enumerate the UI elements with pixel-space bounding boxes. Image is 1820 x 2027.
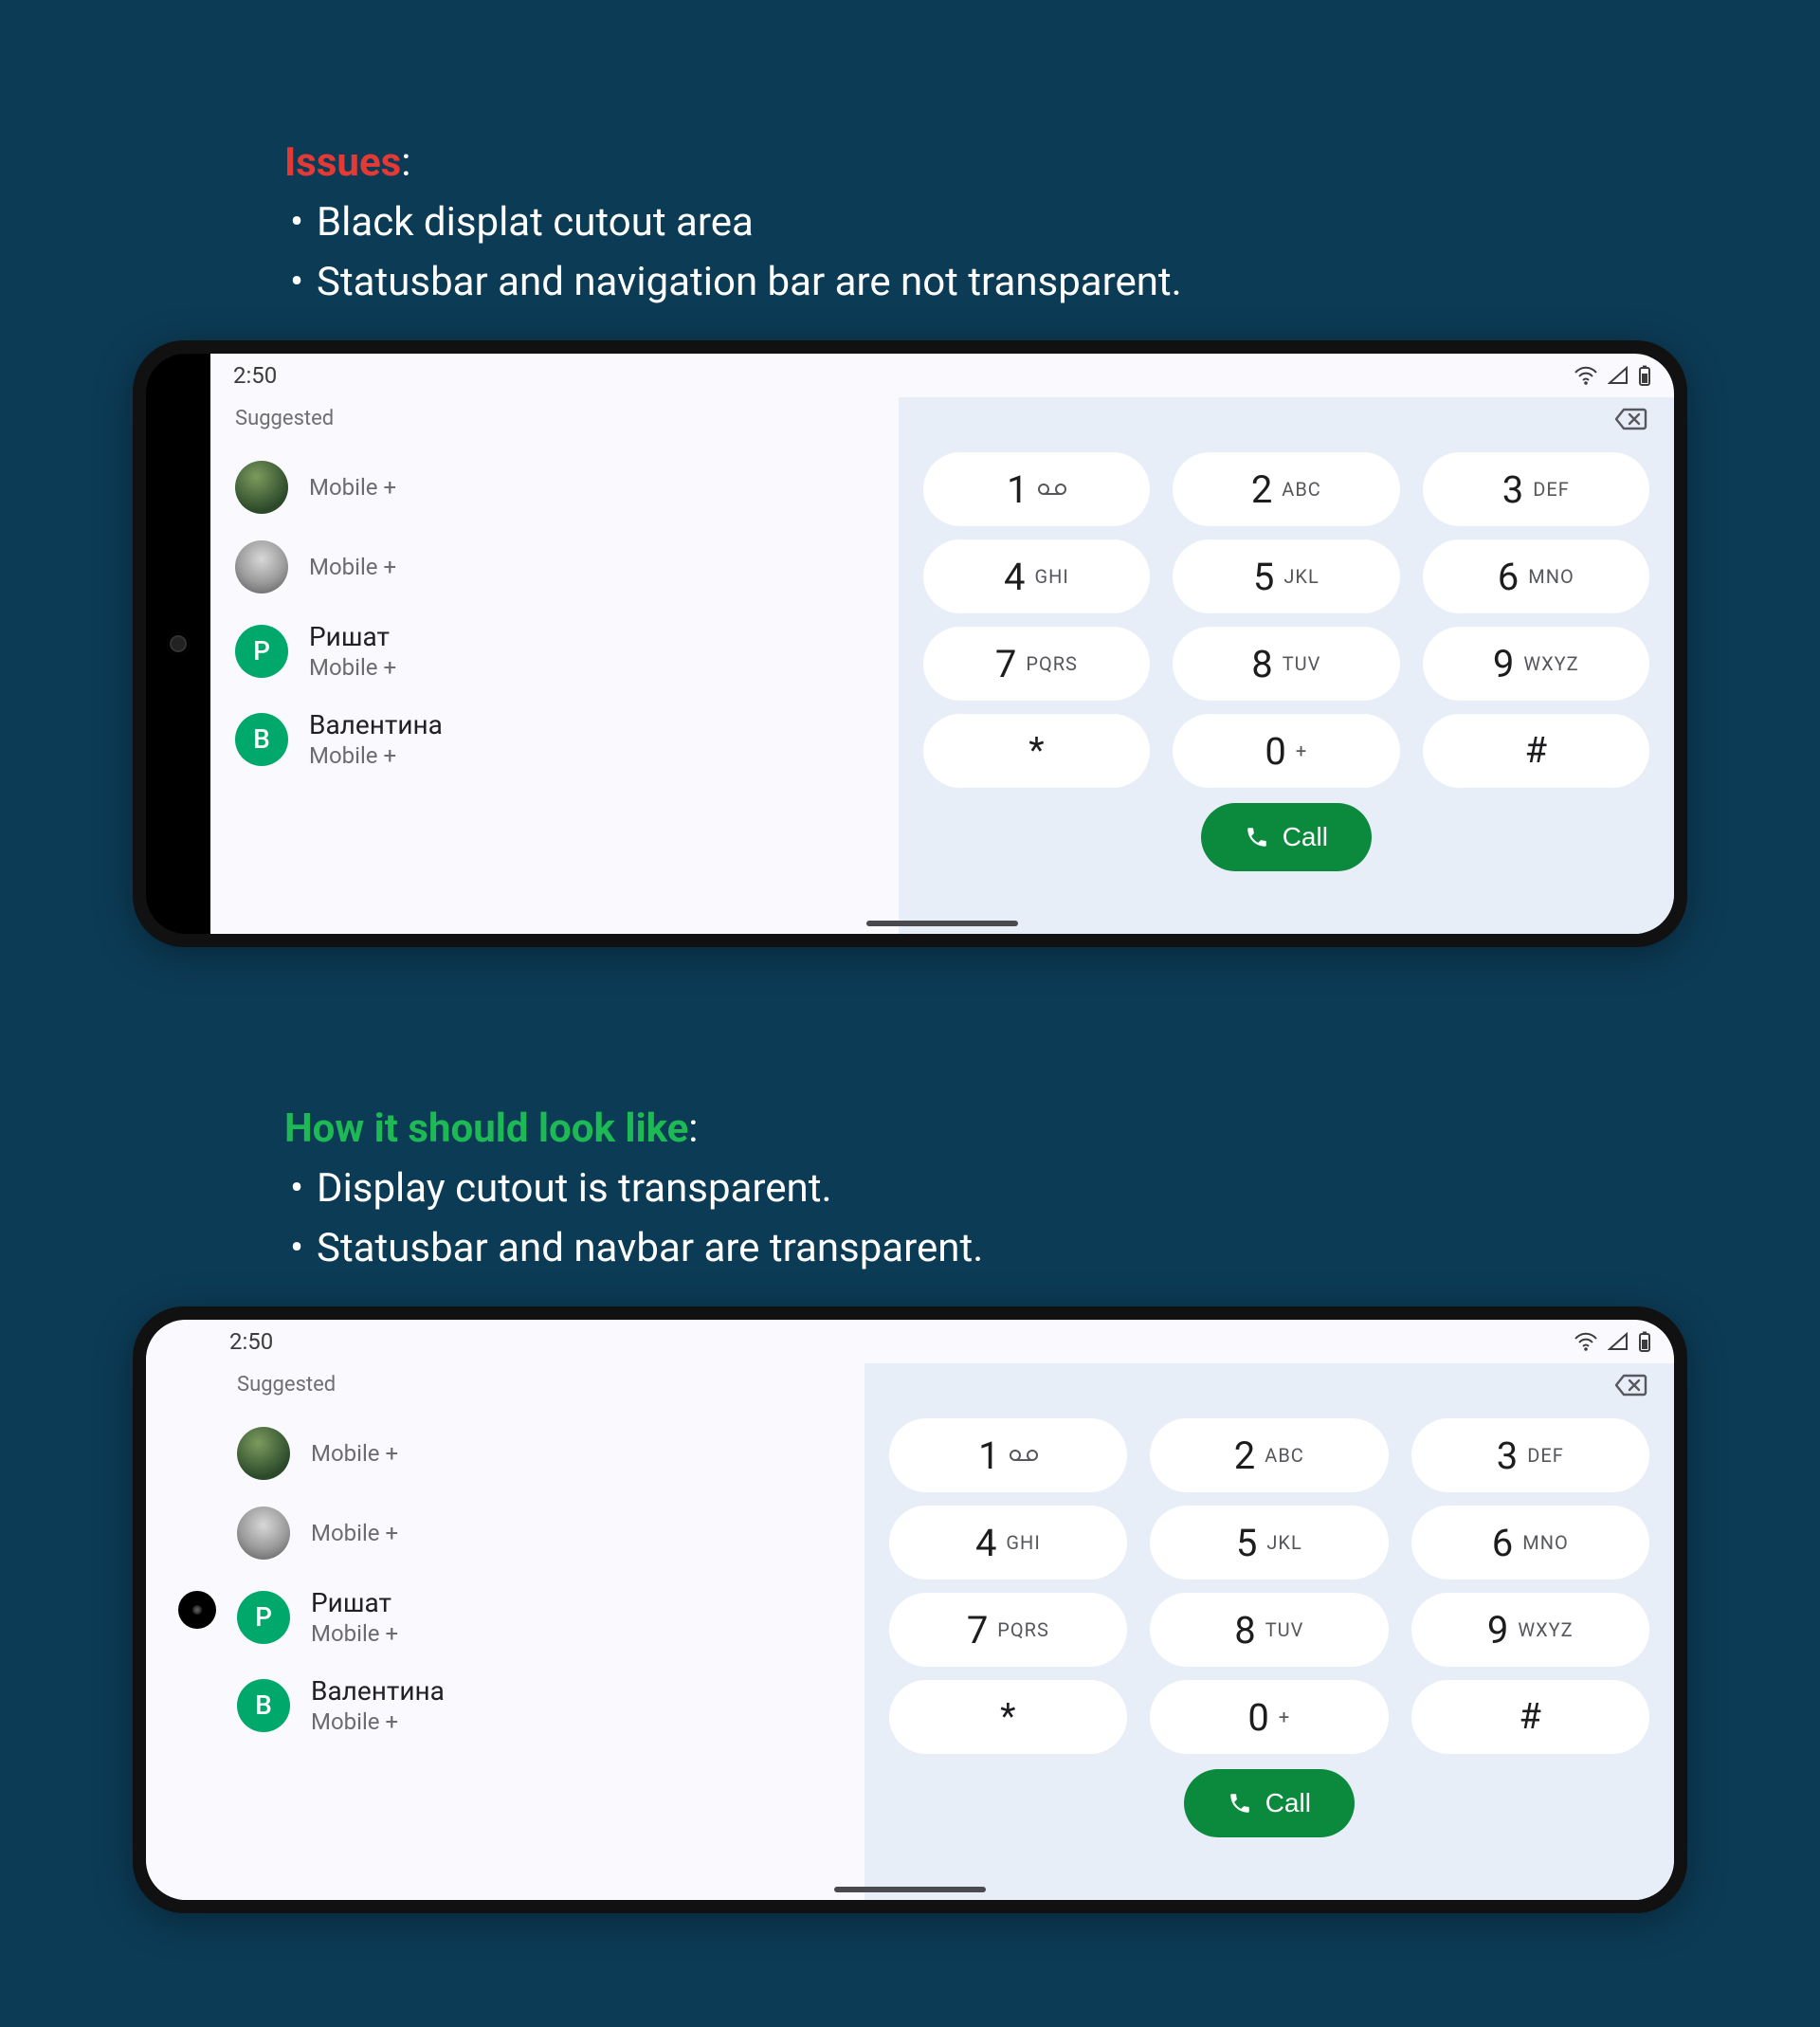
contact-row[interactable]: В Валентина Mobile + xyxy=(231,1661,846,1749)
contact-row[interactable]: Mobile + xyxy=(231,1414,846,1493)
signal-icon xyxy=(1608,366,1629,385)
contact-subtext: Mobile + xyxy=(309,741,443,770)
battery-icon xyxy=(1638,365,1651,386)
contact-avatar xyxy=(235,461,288,514)
issues-bullet: Black displat cutout area xyxy=(284,192,1820,252)
contact-avatar: В xyxy=(235,713,288,766)
statusbar: 2:50 xyxy=(146,1320,1674,1363)
contact-name: Валентина xyxy=(311,1674,445,1707)
call-button[interactable]: Call xyxy=(1184,1769,1355,1837)
dialkey-9[interactable]: 9WXYZ xyxy=(1411,1593,1649,1667)
dialkey-2[interactable]: 2ABC xyxy=(1150,1418,1388,1492)
dialkey-5[interactable]: 5JKL xyxy=(1173,539,1399,613)
dialer-pane: 1 2ABC 3DEF 4GHI 5JKL 6MNO 7PQRS 8TUV 9W… xyxy=(899,397,1674,934)
contacts-pane: Suggested Mobile + Mobile + xyxy=(210,397,899,934)
contacts-pane: Suggested Mobile + Mobile + Р Ри xyxy=(146,1363,864,1900)
contact-subtext: Mobile + xyxy=(311,1619,398,1648)
voicemail-icon xyxy=(1010,1448,1038,1463)
wifi-icon xyxy=(1574,1332,1598,1351)
dialkey-hash[interactable]: # xyxy=(1423,714,1649,788)
expected-bullet: Display cutout is transparent. xyxy=(284,1159,1820,1218)
issues-title: Issues xyxy=(284,139,401,186)
display-cutout-area xyxy=(146,354,210,934)
voicemail-icon xyxy=(1038,482,1066,497)
backspace-icon xyxy=(1613,1373,1647,1397)
backspace-button[interactable] xyxy=(1613,1373,1647,1401)
dialkey-6[interactable]: 6MNO xyxy=(1411,1506,1649,1580)
camera-icon xyxy=(167,632,190,655)
contact-avatar xyxy=(237,1507,290,1560)
dialkey-7[interactable]: 7PQRS xyxy=(889,1593,1127,1667)
contact-subtext: Mobile + xyxy=(311,1519,398,1547)
dialkey-8[interactable]: 8TUV xyxy=(1173,627,1399,701)
phone-icon xyxy=(1245,825,1269,849)
phone-mockup-expected: 2:50 Suggested Mobile + xyxy=(133,1306,1687,1913)
contact-subtext: Mobile + xyxy=(311,1439,398,1468)
phone-icon xyxy=(1228,1791,1252,1816)
camera-icon xyxy=(178,1591,216,1629)
dialkey-9[interactable]: 9WXYZ xyxy=(1423,627,1649,701)
call-button-label: Call xyxy=(1265,1788,1311,1818)
contact-avatar xyxy=(237,1427,290,1480)
issues-bullet: Statusbar and navigation bar are not tra… xyxy=(284,252,1820,312)
contact-subtext: Mobile + xyxy=(309,553,396,581)
dialkey-3[interactable]: 3DEF xyxy=(1411,1418,1649,1492)
dialkey-8[interactable]: 8TUV xyxy=(1150,1593,1388,1667)
statusbar-time: 2:50 xyxy=(229,1328,273,1355)
suggested-label: Suggested xyxy=(235,407,880,430)
contact-avatar: Р xyxy=(235,625,288,678)
call-button-label: Call xyxy=(1283,822,1328,852)
expected-bullet: Statusbar and navbar are transparent. xyxy=(284,1218,1820,1278)
dialkey-4[interactable]: 4GHI xyxy=(889,1506,1127,1580)
dialkey-0[interactable]: 0+ xyxy=(1173,714,1399,788)
call-button[interactable]: Call xyxy=(1201,803,1372,871)
backspace-icon xyxy=(1613,407,1647,431)
contact-row[interactable]: Mobile + xyxy=(229,447,880,527)
contact-subtext: Mobile + xyxy=(309,653,396,682)
dialkey-4[interactable]: 4GHI xyxy=(923,539,1150,613)
dialkey-2[interactable]: 2ABC xyxy=(1173,452,1399,526)
dialkey-6[interactable]: 6MNO xyxy=(1423,539,1649,613)
dialkey-hash[interactable]: # xyxy=(1411,1680,1649,1754)
statusbar: 2:50 xyxy=(210,354,1674,397)
nav-gesture-indicator[interactable] xyxy=(866,921,1018,926)
dialkey-star[interactable]: * xyxy=(889,1680,1127,1754)
contact-name: Валентина xyxy=(309,708,443,741)
contact-subtext: Mobile + xyxy=(309,473,396,502)
contact-avatar xyxy=(235,540,288,593)
contact-name: Ришат xyxy=(309,620,396,653)
contact-name: Ришат xyxy=(311,1586,398,1619)
contact-row[interactable]: Р Ришат Mobile + xyxy=(229,607,880,695)
nav-gesture-indicator[interactable] xyxy=(834,1887,986,1892)
signal-icon xyxy=(1608,1332,1629,1351)
dialkey-1[interactable]: 1 xyxy=(923,452,1150,526)
expected-title: How it should look like xyxy=(284,1105,688,1152)
wifi-icon xyxy=(1574,366,1598,385)
dialkey-star[interactable]: * xyxy=(923,714,1150,788)
battery-icon xyxy=(1638,1331,1651,1352)
phone-mockup-issues: 2:50 Suggested Mobile + xyxy=(133,340,1687,947)
contact-avatar: В xyxy=(237,1679,290,1732)
dialkey-5[interactable]: 5JKL xyxy=(1150,1506,1388,1580)
contact-row[interactable]: В Валентина Mobile + xyxy=(229,695,880,783)
dialkey-0[interactable]: 0+ xyxy=(1150,1680,1388,1754)
dialkey-7[interactable]: 7PQRS xyxy=(923,627,1150,701)
suggested-label: Suggested xyxy=(237,1373,846,1397)
dialkey-3[interactable]: 3DEF xyxy=(1423,452,1649,526)
dialkey-1[interactable]: 1 xyxy=(889,1418,1127,1492)
contact-row[interactable]: Mobile + xyxy=(229,527,880,607)
contact-row[interactable]: Р Ришат Mobile + xyxy=(231,1573,846,1661)
issues-block: Issues: Black displat cutout area Status… xyxy=(284,133,1820,312)
contact-row[interactable]: Mobile + xyxy=(231,1493,846,1573)
contact-subtext: Mobile + xyxy=(311,1707,445,1736)
contact-avatar: Р xyxy=(237,1591,290,1644)
dialer-pane: 1 2ABC 3DEF 4GHI 5JKL 6MNO 7PQRS 8TUV 9W… xyxy=(864,1363,1674,1900)
backspace-button[interactable] xyxy=(1613,407,1647,435)
expected-block: How it should look like: Display cutout … xyxy=(284,1099,1820,1278)
statusbar-time: 2:50 xyxy=(233,362,277,389)
